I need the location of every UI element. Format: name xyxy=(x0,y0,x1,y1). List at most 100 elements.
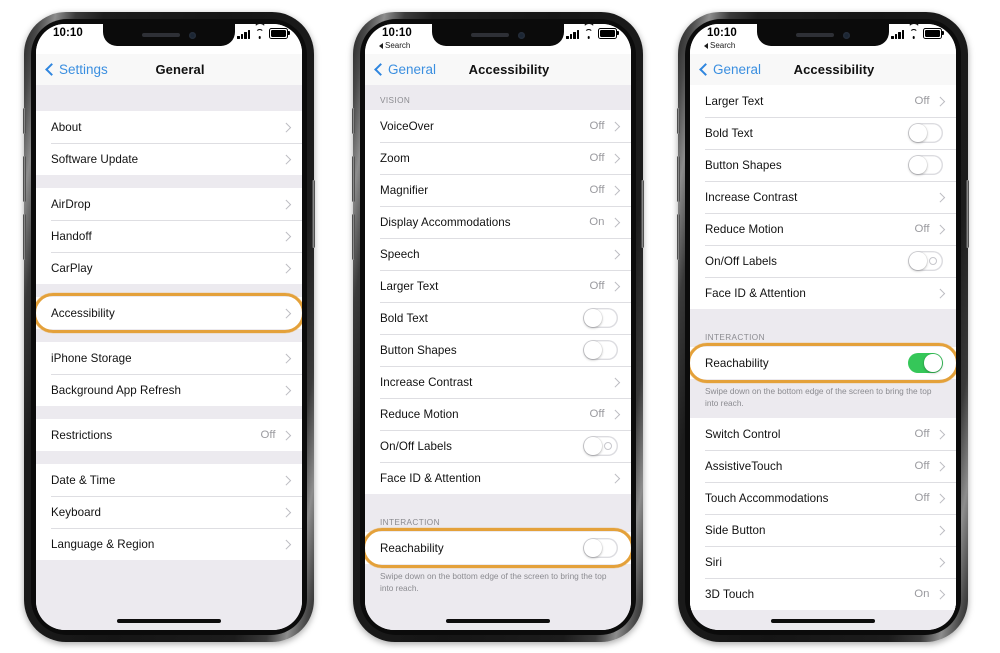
table-row[interactable]: Keyboard xyxy=(36,496,302,528)
toggle-switch-off[interactable] xyxy=(908,155,943,175)
table-row[interactable]: VoiceOver Off xyxy=(365,110,631,142)
toggle-knob xyxy=(909,252,927,270)
settings-group: Reachability xyxy=(365,528,631,568)
home-indicator-icon[interactable] xyxy=(117,619,221,623)
table-row[interactable]: Reduce Motion Off xyxy=(365,398,631,430)
toggle-switch-off[interactable] xyxy=(583,436,618,456)
toggle-switch-off[interactable] xyxy=(583,538,618,558)
row-value: Off xyxy=(589,184,605,196)
nav-bar: General Accessibility xyxy=(365,54,631,86)
table-row[interactable]: Face ID & Attention xyxy=(690,277,956,309)
battery-icon xyxy=(598,28,619,39)
volume-button[interactable] xyxy=(352,156,355,202)
row-label: Background App Refresh xyxy=(51,383,182,397)
table-row[interactable]: Reduce Motion Off xyxy=(690,213,956,245)
nav-back-button[interactable]: Settings xyxy=(45,62,108,77)
table-row[interactable]: Button Shapes xyxy=(690,149,956,181)
volume-button[interactable] xyxy=(677,214,680,260)
table-row[interactable]: Bold Text xyxy=(690,117,956,149)
table-row[interactable]: Touch Accommodations Off xyxy=(690,482,956,515)
table-row[interactable]: About xyxy=(36,111,302,143)
mute-switch[interactable] xyxy=(677,108,680,134)
toggle-switch-off[interactable] xyxy=(583,308,618,328)
toggle-switch-off[interactable] xyxy=(908,251,943,271)
volume-button[interactable] xyxy=(677,156,680,202)
nav-back-button[interactable]: General xyxy=(374,62,436,77)
table-row-highlighted[interactable]: Reachability xyxy=(690,347,956,379)
table-row-highlighted[interactable]: Accessibility xyxy=(36,297,302,329)
table-row[interactable]: Display Accommodations On xyxy=(365,206,631,238)
table-row[interactable]: iPhone Storage xyxy=(36,342,302,374)
power-button[interactable] xyxy=(966,180,969,248)
screenshot-stage: 10:10 Settings General About Software Update… xyxy=(0,0,1000,653)
volume-button[interactable] xyxy=(23,214,26,260)
row-label: Face ID & Attention xyxy=(380,471,481,485)
table-row[interactable]: Software Update xyxy=(36,143,302,175)
toggle-switch-off[interactable] xyxy=(908,123,943,143)
toggle-switch-on[interactable] xyxy=(908,353,943,373)
nav-back-button[interactable]: General xyxy=(699,62,761,77)
toggle-off-label-icon xyxy=(929,257,937,265)
cellular-signal-icon xyxy=(891,30,904,39)
settings-group: Accessibility xyxy=(36,293,302,333)
table-row[interactable]: Language & Region xyxy=(36,528,302,560)
row-label: On/Off Labels xyxy=(705,254,777,268)
table-row[interactable]: Side Button xyxy=(690,514,956,547)
mute-switch[interactable] xyxy=(23,108,26,134)
table-row[interactable]: Larger Text Off xyxy=(690,85,956,117)
table-row[interactable]: On/Off Labels xyxy=(690,245,956,277)
row-label: Zoom xyxy=(380,151,410,165)
row-label: Larger Text xyxy=(380,279,439,293)
status-back-to-app[interactable]: Search xyxy=(379,41,410,50)
chevron-right-icon xyxy=(610,409,620,419)
table-row[interactable]: Speech xyxy=(365,238,631,270)
chevron-right-icon xyxy=(281,231,291,241)
home-indicator-icon[interactable] xyxy=(771,619,875,623)
section-gap xyxy=(36,284,302,297)
notch xyxy=(103,24,235,46)
table-row[interactable]: AirDrop xyxy=(36,188,302,220)
volume-button[interactable] xyxy=(23,156,26,202)
table-row[interactable]: On/Off Labels xyxy=(365,430,631,462)
table-row[interactable]: Switch Control Off xyxy=(690,418,956,451)
phone-3: 10:10 Search General Accessibility Larger Te… xyxy=(677,12,969,642)
cellular-signal-icon xyxy=(237,30,250,39)
row-value: Off xyxy=(914,492,930,505)
table-row-highlighted[interactable]: Reachability xyxy=(365,532,631,564)
phone-1: 10:10 Settings General About Software Update… xyxy=(23,12,315,642)
table-row[interactable]: Restrictions Off xyxy=(36,419,302,451)
table-row[interactable]: 3D Touch On xyxy=(690,578,956,611)
row-label: Bold Text xyxy=(380,311,428,325)
table-row[interactable]: Handoff xyxy=(36,220,302,252)
chevron-left-icon xyxy=(699,63,712,76)
table-row[interactable]: Bold Text xyxy=(365,302,631,334)
table-row[interactable]: Button Shapes xyxy=(365,334,631,366)
table-row[interactable]: AssistiveTouch Off xyxy=(690,450,956,483)
volume-button[interactable] xyxy=(352,214,355,260)
table-row[interactable]: CarPlay xyxy=(36,252,302,284)
table-row[interactable]: Larger Text Off xyxy=(365,270,631,302)
back-triangle-icon xyxy=(379,42,383,49)
section-gap xyxy=(36,175,302,188)
status-time: 10:10 xyxy=(707,27,737,39)
power-button[interactable] xyxy=(312,180,315,248)
settings-group: Restrictions Off xyxy=(36,419,302,451)
table-row[interactable]: Magnifier Off xyxy=(365,174,631,206)
table-row[interactable]: Increase Contrast xyxy=(365,366,631,398)
toggle-switch-off[interactable] xyxy=(583,340,618,360)
table-row[interactable]: Zoom Off xyxy=(365,142,631,174)
home-indicator-icon[interactable] xyxy=(446,619,550,623)
row-label: Display Accommodations xyxy=(380,215,511,229)
chevron-right-icon xyxy=(610,121,620,131)
power-button[interactable] xyxy=(641,180,644,248)
table-row[interactable]: Background App Refresh xyxy=(36,374,302,406)
status-back-to-app[interactable]: Search xyxy=(704,41,735,50)
table-row[interactable]: Date & Time xyxy=(36,464,302,496)
row-label: Switch Control xyxy=(705,427,781,441)
table-row[interactable]: Increase Contrast xyxy=(690,181,956,213)
mute-switch[interactable] xyxy=(352,108,355,134)
table-row[interactable]: Siri xyxy=(690,546,956,579)
notch xyxy=(432,24,564,46)
table-row[interactable]: Face ID & Attention xyxy=(365,462,631,494)
row-label: Touch Accommodations xyxy=(705,491,829,505)
